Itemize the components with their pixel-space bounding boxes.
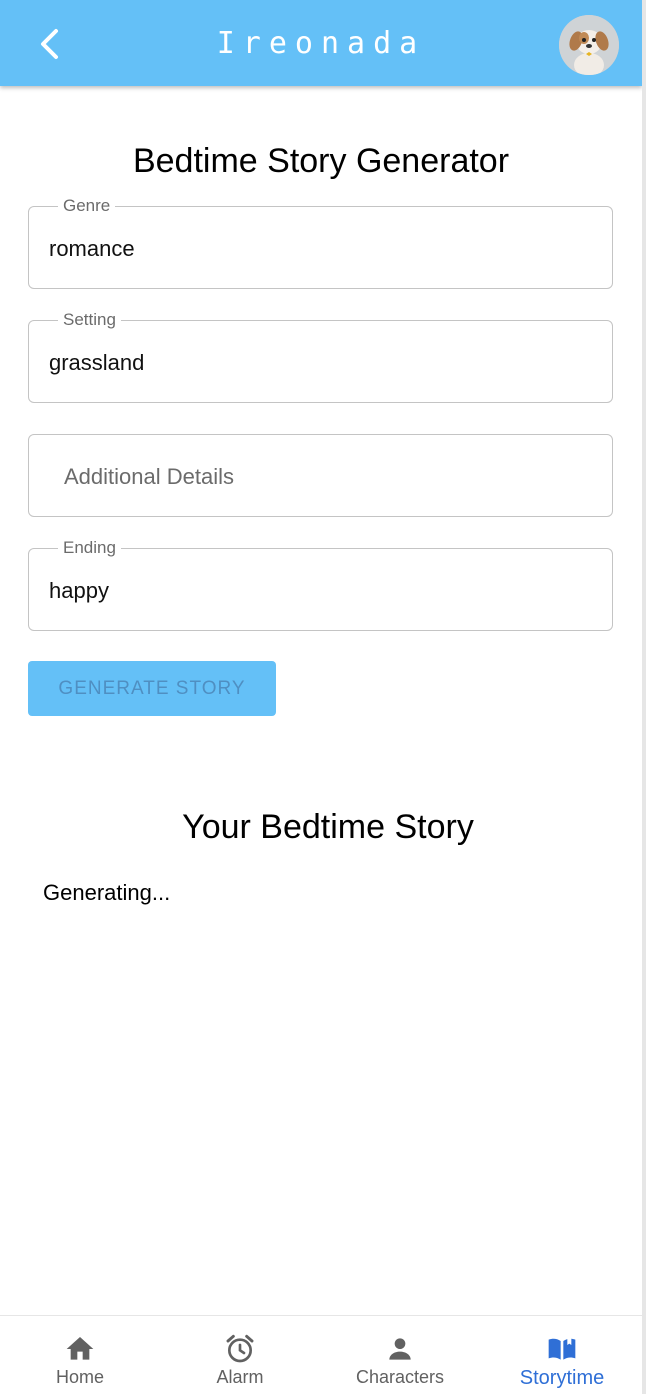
- open-book-icon: [548, 1337, 576, 1360]
- nav-item-home[interactable]: Home: [0, 1316, 160, 1394]
- story-status: Generating...: [43, 880, 171, 905]
- story-title: Your Bedtime Story: [182, 808, 474, 846]
- generate-story-button[interactable]: GENERATE STORY: [28, 661, 276, 716]
- ending-field[interactable]: Ending happy: [28, 538, 613, 631]
- genre-value: romance: [49, 236, 135, 261]
- window-edge: [642, 0, 646, 1394]
- bottom-nav: Home Alarm Characters Storytime: [0, 1315, 642, 1394]
- nav-item-alarm[interactable]: Alarm: [160, 1316, 320, 1394]
- ending-label: Ending: [58, 538, 121, 558]
- setting-label: Setting: [58, 310, 121, 330]
- nav-item-storytime[interactable]: Storytime: [482, 1316, 642, 1394]
- avatar[interactable]: [559, 15, 619, 75]
- home-icon: [66, 1337, 94, 1360]
- nav-label-storytime: Storytime: [519, 1367, 605, 1389]
- additional-details-placeholder: Additional Details: [64, 464, 234, 489]
- puppy-avatar: [559, 15, 619, 75]
- app-bar: Ireonada: [0, 0, 642, 86]
- setting-field[interactable]: Setting grassland: [28, 310, 613, 403]
- genre-label: Genre: [58, 196, 116, 216]
- nav-label-alarm: Alarm: [216, 1367, 264, 1387]
- app-title: Ireonada: [216, 26, 426, 61]
- person-icon: [389, 1338, 411, 1360]
- nav-label-home: Home: [55, 1367, 104, 1387]
- page-title: Bedtime Story Generator: [132, 142, 510, 180]
- additional-details-field[interactable]: Additional Details: [28, 434, 613, 517]
- alarm-clock-icon: [226, 1334, 254, 1363]
- ending-value: happy: [49, 578, 109, 603]
- nav-label-characters: Characters: [355, 1367, 445, 1387]
- nav-item-characters[interactable]: Characters: [320, 1316, 480, 1394]
- genre-field[interactable]: Genre romance: [28, 196, 613, 289]
- setting-value: grassland: [49, 350, 145, 375]
